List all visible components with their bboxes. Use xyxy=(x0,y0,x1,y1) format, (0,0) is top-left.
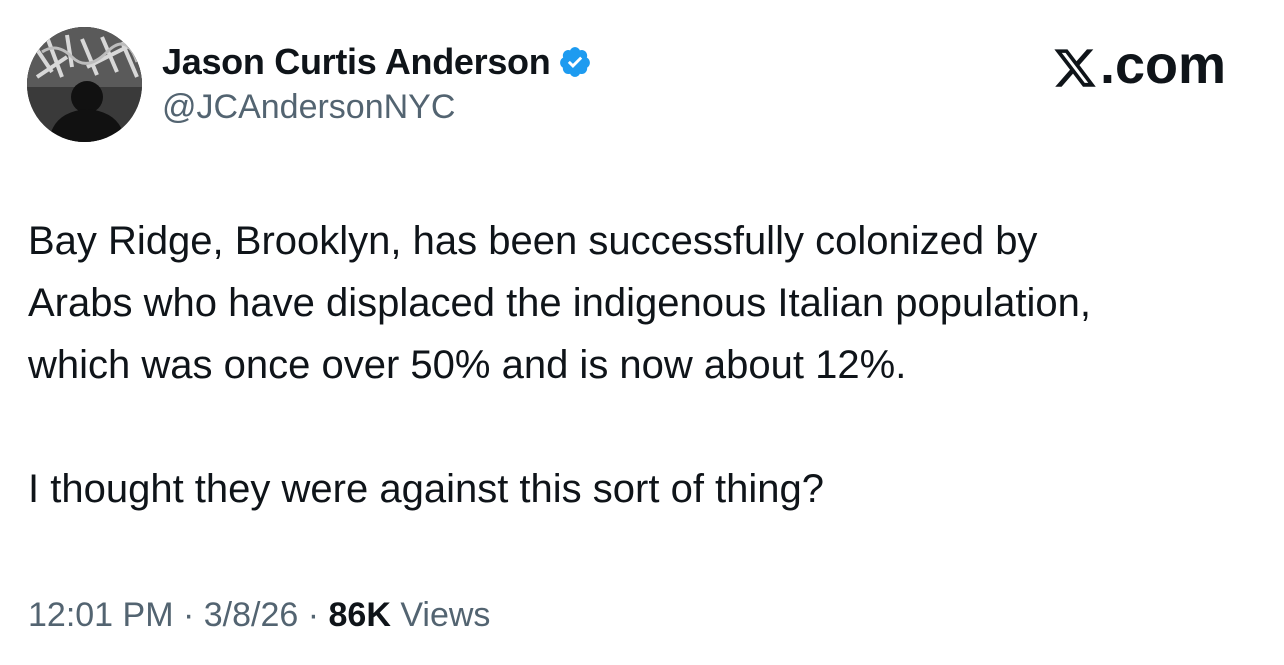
avatar-image xyxy=(27,27,142,142)
avatar[interactable] xyxy=(27,27,142,142)
tweet-text: Bay Ridge, Brooklyn, has been successful… xyxy=(28,210,1258,520)
tweet-paragraph: Bay Ridge, Brooklyn, has been successful… xyxy=(28,219,1091,387)
tweet-card: Jason Curtis Anderson @JCAndersonNYC .co… xyxy=(0,0,1284,665)
brand-suffix: .com xyxy=(1099,35,1226,95)
x-logo-icon xyxy=(1052,42,1098,88)
meta-separator: · xyxy=(298,596,329,634)
x-brand-logo: .com xyxy=(1052,34,1226,96)
meta-separator: · xyxy=(173,596,204,634)
views-label: Views xyxy=(400,596,491,634)
tweet-date[interactable]: 3/8/26 xyxy=(204,596,299,634)
views-count[interactable]: 86K xyxy=(329,596,391,634)
tweet-time[interactable]: 12:01 PM xyxy=(28,596,174,634)
tweet-metadata: 12:01 PM · 3/8/26 · 86K Views xyxy=(28,596,490,635)
author-handle[interactable]: @JCAndersonNYC xyxy=(162,88,455,127)
author-display-name[interactable]: Jason Curtis Anderson xyxy=(162,41,551,83)
author-name-row: Jason Curtis Anderson xyxy=(162,40,592,84)
tweet-paragraph: I thought they were against this sort of… xyxy=(28,467,825,511)
verified-badge-icon xyxy=(558,45,592,79)
